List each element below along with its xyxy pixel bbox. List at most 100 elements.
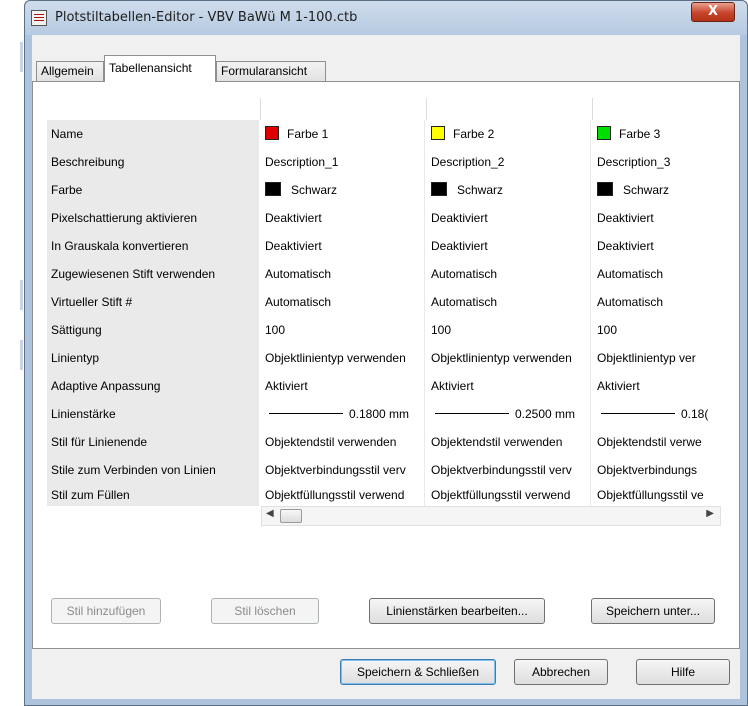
virtual-pen-dropdown[interactable]: Automatisch bbox=[427, 288, 591, 316]
tab-allgemein[interactable]: Allgemein bbox=[36, 61, 104, 81]
virtual-pen-dropdown[interactable]: Automatisch bbox=[593, 288, 721, 316]
color-swatch bbox=[597, 182, 613, 196]
adaptive-dropdown[interactable]: Aktiviert bbox=[427, 372, 591, 400]
background-mark bbox=[20, 280, 23, 310]
description-cell[interactable]: Description_3 bbox=[593, 148, 721, 176]
pen-dropdown[interactable]: Automatisch bbox=[427, 260, 591, 288]
lineweight-dropdown[interactable]: 0.18( bbox=[593, 400, 721, 428]
endstyle-dropdown[interactable]: Objektendstil verwe bbox=[593, 428, 721, 456]
row-label-grauskala: In Grauskala konvertieren bbox=[47, 232, 259, 260]
screening-field[interactable]: 100 bbox=[261, 316, 425, 344]
row-label-zugewiesener-stift: Zugewiesenen Stift verwenden bbox=[47, 260, 259, 288]
joinstyle-dropdown[interactable]: Objektverbindungsstil verv bbox=[261, 456, 425, 484]
pen-dropdown[interactable]: Automatisch bbox=[261, 260, 425, 288]
scroll-left-icon[interactable]: ◀ bbox=[266, 508, 274, 519]
help-button[interactable]: Hilfe bbox=[636, 659, 730, 685]
endstyle-dropdown[interactable]: Objektendstil verwenden bbox=[261, 428, 425, 456]
table-row: Adaptive Anpassung Aktiviert Aktiviert A… bbox=[47, 372, 721, 400]
row-label-adaptive-anpassung: Adaptive Anpassung bbox=[47, 372, 259, 400]
lineweight-value: 0.1800 mm bbox=[349, 407, 410, 421]
table-row: Linientyp Objektlinientyp verwenden Obje… bbox=[47, 344, 721, 372]
adaptive-dropdown[interactable]: Aktiviert bbox=[593, 372, 721, 400]
column-divider bbox=[260, 98, 261, 120]
color-dropdown[interactable]: Schwarz bbox=[261, 176, 425, 204]
color-dropdown[interactable]: Schwarz bbox=[427, 176, 591, 204]
style-name-cell[interactable]: Farbe 2 bbox=[427, 120, 591, 148]
table-row: Stile zum Verbinden von Linien Objektver… bbox=[47, 456, 721, 484]
color-swatch bbox=[265, 182, 281, 196]
row-label-saettigung: Sättigung bbox=[47, 316, 259, 344]
row-label-virtueller-stift: Virtueller Stift # bbox=[47, 288, 259, 316]
lineweight-value: 0.18( bbox=[681, 407, 709, 421]
joinstyle-dropdown[interactable]: Objektverbindungs bbox=[593, 456, 721, 484]
title-bar[interactable]: Plotstiltabellen-Editor - VBV BaWü M 1-1… bbox=[25, 1, 747, 35]
scroll-right-icon[interactable]: ▶ bbox=[706, 508, 714, 519]
color-value: Schwarz bbox=[623, 183, 670, 197]
column-divider bbox=[592, 98, 593, 120]
linetype-dropdown[interactable]: Objektlinientyp ver bbox=[593, 344, 721, 372]
dither-dropdown[interactable]: Deaktiviert bbox=[427, 204, 591, 232]
horizontal-scrollbar[interactable]: ◀ ▶ bbox=[261, 506, 721, 526]
lineweight-dropdown[interactable]: 0.2500 mm bbox=[427, 400, 591, 428]
add-style-button[interactable]: Stil hinzufügen bbox=[51, 598, 161, 624]
linetype-dropdown[interactable]: Objektlinientyp verwenden bbox=[427, 344, 591, 372]
dither-dropdown[interactable]: Deaktiviert bbox=[261, 204, 425, 232]
description-cell[interactable]: Description_1 bbox=[261, 148, 425, 176]
table-row: Beschreibung Description_1 Description_2… bbox=[47, 148, 721, 176]
background-mark bbox=[20, 42, 23, 72]
joinstyle-dropdown[interactable]: Objektverbindungsstil verv bbox=[427, 456, 591, 484]
lineweight-dropdown[interactable]: 0.1800 mm bbox=[261, 400, 425, 428]
table-row: Farbe Schwarz Schwarz Schwarz bbox=[47, 176, 721, 204]
fillstyle-dropdown[interactable]: Objektfüllungsstil verwend bbox=[261, 484, 425, 506]
style-name-cell[interactable]: Farbe 1 bbox=[261, 120, 425, 148]
grayscale-dropdown[interactable]: Deaktiviert bbox=[427, 232, 591, 260]
row-label-pixelschattierung: Pixelschattierung aktivieren bbox=[47, 204, 259, 232]
color-swatch bbox=[597, 126, 611, 140]
lineweight-value: 0.2500 mm bbox=[515, 407, 576, 421]
row-label-fuellen: Stil zum Füllen bbox=[47, 484, 259, 506]
delete-style-button[interactable]: Stil löschen bbox=[211, 598, 319, 624]
edit-lineweights-button[interactable]: Linienstärken bearbeiten... bbox=[369, 598, 545, 624]
linetype-dropdown[interactable]: Objektlinientyp verwenden bbox=[261, 344, 425, 372]
adaptive-dropdown[interactable]: Aktiviert bbox=[261, 372, 425, 400]
background-strip bbox=[0, 0, 24, 706]
dither-dropdown[interactable]: Deaktiviert bbox=[593, 204, 721, 232]
style-name: Farbe 3 bbox=[619, 127, 661, 141]
lineweight-preview bbox=[435, 413, 509, 414]
row-label-farbe: Farbe bbox=[47, 176, 259, 204]
pen-dropdown[interactable]: Automatisch bbox=[593, 260, 721, 288]
row-label-linientyp: Linientyp bbox=[47, 344, 259, 372]
cancel-button[interactable]: Abbrechen bbox=[514, 659, 608, 685]
style-name: Farbe 1 bbox=[287, 127, 329, 141]
row-label-beschreibung: Beschreibung bbox=[47, 148, 259, 176]
save-as-button[interactable]: Speichern unter... bbox=[591, 598, 715, 624]
row-label-linienstaerke: Linienstärke bbox=[47, 400, 259, 428]
screening-field[interactable]: 100 bbox=[427, 316, 591, 344]
lineweight-preview bbox=[269, 413, 343, 414]
dialog-client-area: Allgemein Tabellenansicht Formularansich… bbox=[32, 35, 740, 699]
window-title: Plotstiltabellen-Editor - VBV BaWü M 1-1… bbox=[55, 10, 358, 25]
color-value: Schwarz bbox=[457, 183, 504, 197]
grayscale-dropdown[interactable]: Deaktiviert bbox=[593, 232, 721, 260]
fillstyle-dropdown[interactable]: Objektfüllungsstil ve bbox=[593, 484, 721, 506]
color-swatch bbox=[431, 126, 445, 140]
virtual-pen-dropdown[interactable]: Automatisch bbox=[261, 288, 425, 316]
screening-field[interactable]: 100 bbox=[593, 316, 721, 344]
grayscale-dropdown[interactable]: Deaktiviert bbox=[261, 232, 425, 260]
endstyle-dropdown[interactable]: Objektendstil verwenden bbox=[427, 428, 591, 456]
fillstyle-dropdown[interactable]: Objektfüllungsstil verwend bbox=[427, 484, 591, 506]
style-name: Farbe 2 bbox=[453, 127, 495, 141]
scroll-thumb[interactable] bbox=[280, 509, 302, 523]
description-cell[interactable]: Description_2 bbox=[427, 148, 591, 176]
lineweight-preview bbox=[601, 413, 675, 414]
app-icon bbox=[31, 10, 47, 26]
save-close-button[interactable]: Speichern & Schließen bbox=[340, 659, 496, 685]
style-name-cell[interactable]: Farbe 3 bbox=[593, 120, 721, 148]
table-header bbox=[47, 90, 721, 120]
close-button[interactable]: X bbox=[691, 2, 735, 22]
tab-formularansicht[interactable]: Formularansicht bbox=[216, 61, 326, 81]
color-dropdown[interactable]: Schwarz bbox=[593, 176, 721, 204]
table-row: Name Farbe 1 Farbe 2 Farbe 3 bbox=[47, 120, 721, 148]
tab-panel: Name Farbe 1 Farbe 2 Farbe 3 Beschreibun… bbox=[32, 81, 740, 649]
tab-tabellenansicht[interactable]: Tabellenansicht bbox=[104, 55, 216, 82]
